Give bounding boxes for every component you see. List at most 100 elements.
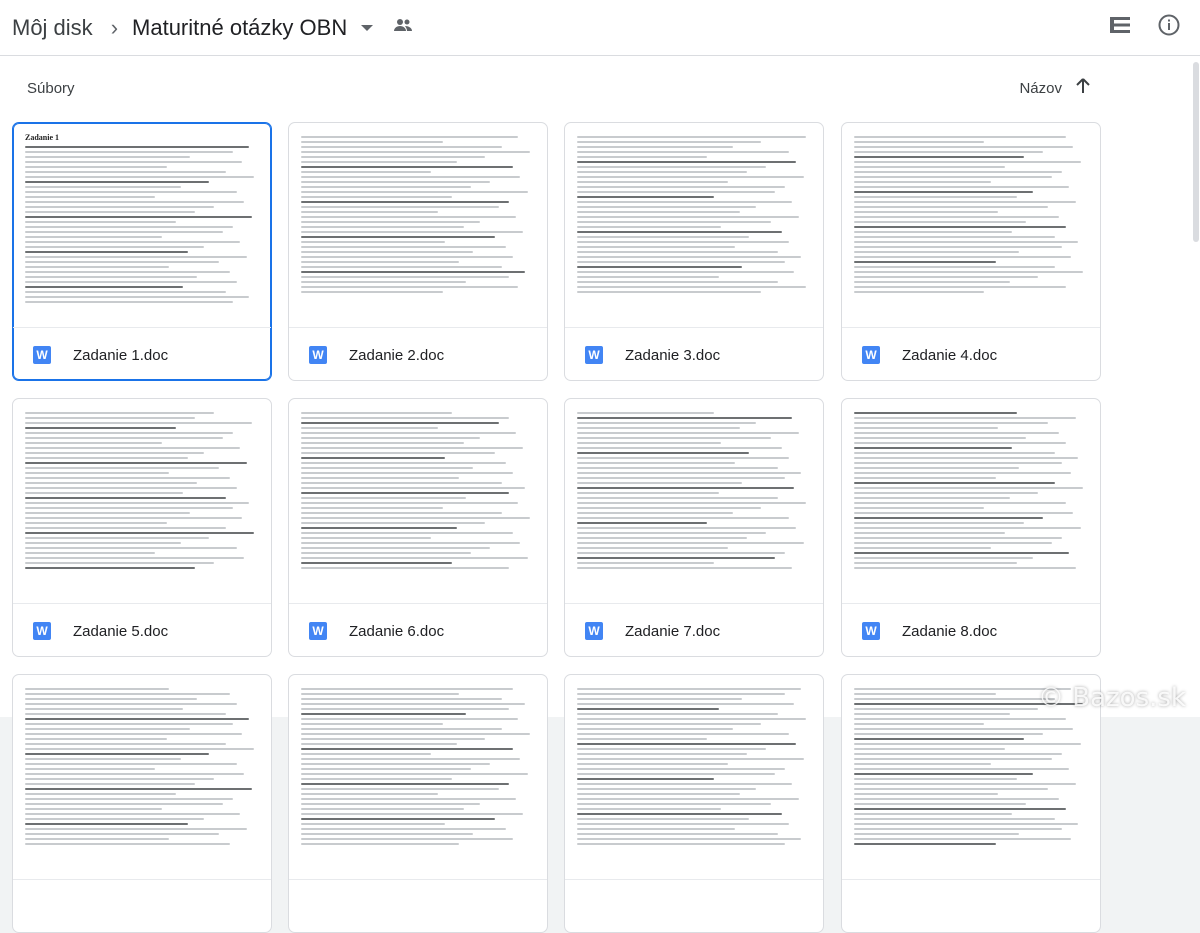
preview-text-line bbox=[577, 437, 771, 439]
preview-text-line bbox=[25, 457, 188, 459]
preview-text-line bbox=[25, 276, 198, 278]
info-icon[interactable] bbox=[1158, 14, 1180, 41]
preview-text-line bbox=[301, 798, 516, 800]
file-name[interactable]: Zadanie 6.doc bbox=[349, 623, 444, 640]
file-card[interactable] bbox=[12, 674, 272, 933]
preview-text-line bbox=[577, 843, 785, 845]
file-preview-thumbnail[interactable] bbox=[565, 123, 823, 328]
preview-text-line bbox=[25, 562, 214, 564]
preview-text-line bbox=[301, 537, 431, 539]
file-card[interactable]: W Zadanie 4.doc bbox=[841, 122, 1101, 381]
file-name[interactable]: Zadanie 1.doc bbox=[73, 347, 168, 364]
preview-text-line bbox=[854, 472, 1072, 474]
file-preview-thumbnail[interactable] bbox=[13, 675, 271, 880]
arrow-up-icon[interactable] bbox=[1076, 78, 1090, 98]
preview-text-line bbox=[577, 141, 762, 143]
preview-text-line bbox=[301, 196, 453, 198]
file-name[interactable]: Zadanie 4.doc bbox=[902, 347, 997, 364]
preview-text-line bbox=[854, 151, 1043, 153]
file-preview-thumbnail[interactable] bbox=[289, 399, 547, 604]
scrollbar[interactable] bbox=[1190, 56, 1200, 717]
preview-text-line bbox=[301, 206, 500, 208]
file-card[interactable] bbox=[564, 674, 824, 933]
preview-text-line bbox=[577, 688, 802, 690]
preview-text-line bbox=[301, 246, 507, 248]
file-name[interactable]: Zadanie 8.doc bbox=[902, 623, 997, 640]
preview-text-line bbox=[301, 251, 474, 253]
preview-text-line bbox=[301, 141, 443, 143]
preview-text-line bbox=[577, 281, 778, 283]
file-card-footer[interactable]: W Zadanie 6.doc bbox=[289, 604, 547, 656]
preview-text-line bbox=[854, 507, 984, 509]
file-name[interactable]: Zadanie 5.doc bbox=[73, 623, 168, 640]
preview-text-line bbox=[25, 833, 219, 835]
preview-text-line bbox=[25, 161, 243, 163]
file-card-footer[interactable]: W Zadanie 7.doc bbox=[565, 604, 823, 656]
file-card-footer[interactable]: W Zadanie 5.doc bbox=[13, 604, 271, 656]
file-card[interactable]: W Zadanie 8.doc bbox=[841, 398, 1101, 657]
list-view-icon[interactable] bbox=[1110, 17, 1130, 38]
preview-text-line bbox=[577, 517, 790, 519]
folder-menu-chevron-down-icon[interactable] bbox=[361, 24, 374, 31]
file-preview-thumbnail[interactable] bbox=[289, 675, 547, 880]
file-card-footer[interactable]: W Zadanie 8.doc bbox=[842, 604, 1100, 656]
file-card[interactable]: W Zadanie 6.doc bbox=[288, 398, 548, 657]
preview-text-line bbox=[577, 191, 776, 193]
file-card-footer[interactable]: W Zadanie 3.doc bbox=[565, 328, 823, 380]
file-card[interactable]: W Zadanie 7.doc bbox=[564, 398, 824, 657]
preview-text-line bbox=[577, 823, 790, 825]
file-name[interactable]: Zadanie 2.doc bbox=[349, 347, 444, 364]
file-name[interactable]: Zadanie 7.doc bbox=[625, 623, 720, 640]
file-card[interactable]: W Zadanie 3.doc bbox=[564, 122, 824, 381]
file-card-footer[interactable]: W Zadanie 4.doc bbox=[842, 328, 1100, 380]
file-preview-thumbnail[interactable] bbox=[13, 399, 271, 604]
preview-text-line bbox=[854, 793, 998, 795]
scrollbar-thumb[interactable] bbox=[1193, 62, 1199, 242]
file-card[interactable]: W Zadanie 5.doc bbox=[12, 398, 272, 657]
preview-text-line bbox=[25, 798, 233, 800]
file-preview-thumbnail[interactable]: Zadanie 1 bbox=[13, 123, 271, 328]
section-label-files: Súbory bbox=[27, 80, 75, 97]
preview-text-line bbox=[577, 537, 747, 539]
file-preview-thumbnail[interactable] bbox=[289, 123, 547, 328]
preview-text-line bbox=[577, 231, 783, 233]
preview-text-line bbox=[577, 221, 771, 223]
file-card-footer[interactable]: W Zadanie 2.doc bbox=[289, 328, 547, 380]
preview-text-line bbox=[25, 271, 231, 273]
preview-text-line bbox=[854, 146, 1074, 148]
preview-text-line bbox=[25, 261, 219, 263]
sort-label[interactable]: Názov bbox=[1019, 80, 1062, 97]
preview-text-line bbox=[854, 492, 1039, 494]
file-card[interactable]: Zadanie 1 W Zadanie 1.doc bbox=[12, 122, 272, 381]
file-card[interactable]: W Zadanie 2.doc bbox=[288, 122, 548, 381]
file-preview-thumbnail[interactable] bbox=[565, 399, 823, 604]
preview-text-line bbox=[854, 266, 1055, 268]
file-card-footer[interactable]: W Zadanie 1.doc bbox=[13, 328, 271, 380]
preview-title: Zadanie 1 bbox=[25, 133, 60, 142]
breadcrumb-root[interactable]: Môj disk bbox=[12, 15, 93, 41]
preview-text-line bbox=[577, 271, 795, 273]
preview-text-line bbox=[25, 236, 162, 238]
preview-text-line bbox=[25, 447, 240, 449]
sort-control[interactable]: Názov bbox=[1019, 78, 1090, 98]
preview-text-line bbox=[577, 166, 766, 168]
preview-text-line bbox=[577, 286, 806, 288]
file-preview-thumbnail[interactable] bbox=[565, 675, 823, 880]
preview-text-line bbox=[854, 567, 1076, 569]
preview-text-line bbox=[301, 286, 519, 288]
preview-text-line bbox=[854, 462, 1062, 464]
preview-text-line bbox=[301, 156, 486, 158]
preview-text-line bbox=[577, 256, 802, 258]
breadcrumb-current-folder[interactable]: Maturitné otázky OBN bbox=[132, 15, 347, 41]
preview-text-line bbox=[25, 196, 155, 198]
file-preview-thumbnail[interactable] bbox=[842, 399, 1100, 604]
file-preview-thumbnail[interactable] bbox=[842, 123, 1100, 328]
preview-text-line bbox=[577, 803, 771, 805]
preview-text-line bbox=[301, 753, 431, 755]
file-name[interactable]: Zadanie 3.doc bbox=[625, 347, 720, 364]
file-card[interactable] bbox=[288, 674, 548, 933]
preview-text-line bbox=[854, 467, 1020, 469]
preview-text-line bbox=[854, 708, 1039, 710]
preview-text-line bbox=[25, 527, 226, 529]
preview-text-line bbox=[301, 693, 460, 695]
